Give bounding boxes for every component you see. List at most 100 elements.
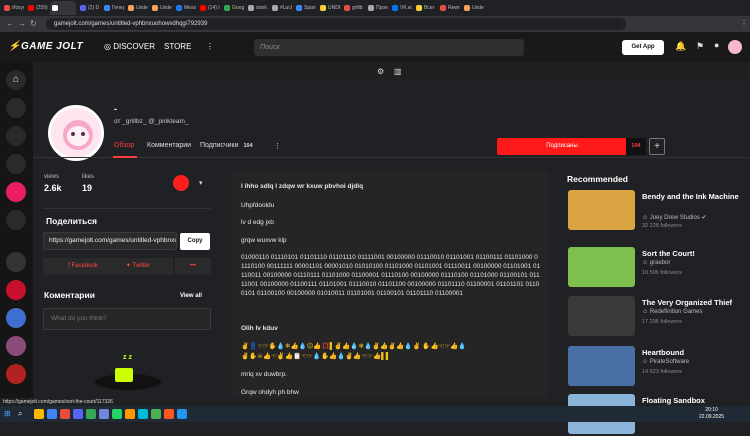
taskbar-app-icon[interactable] bbox=[34, 409, 44, 419]
tab-comments[interactable]: Комментарии bbox=[147, 142, 191, 149]
browser-tab[interactable]: Unde bbox=[462, 1, 484, 15]
browser-tab[interactable]: grillb bbox=[342, 1, 364, 15]
like-button[interactable] bbox=[173, 175, 189, 191]
settings-icon[interactable]: ⚙ bbox=[377, 67, 384, 76]
search-input[interactable]: Поиск bbox=[254, 39, 524, 56]
get-app-button[interactable]: Get App bbox=[622, 40, 664, 55]
taskbar-app-icon[interactable] bbox=[151, 409, 161, 419]
game-title[interactable]: Bendy and the Ink Machine bbox=[642, 192, 747, 201]
bell-icon[interactable]: 🔔 bbox=[675, 41, 686, 52]
game-thumbnail[interactable] bbox=[568, 296, 635, 336]
gamejolt-logo[interactable]: ⚡GAME JOLT bbox=[8, 41, 83, 52]
game-title[interactable]: Floating Sandbox bbox=[642, 396, 747, 405]
browser-tab[interactable]: stark bbox=[246, 1, 268, 15]
share-more-button[interactable]: ••• bbox=[175, 258, 211, 275]
game-title[interactable]: Heartbound bbox=[642, 348, 747, 357]
taskbar-app-icon[interactable] bbox=[164, 409, 174, 419]
community-icon[interactable] bbox=[6, 252, 26, 272]
nav-store[interactable]: STORE bbox=[164, 42, 191, 51]
browser-tab[interactable]: (14) I bbox=[198, 1, 220, 15]
game-thumbnail[interactable] bbox=[568, 247, 635, 287]
browser-tab[interactable]: VK.ко bbox=[390, 1, 412, 15]
copy-button[interactable]: Copy bbox=[180, 233, 210, 250]
game-title[interactable]: The Very Organized Thief bbox=[642, 298, 747, 307]
windows-start-icon[interactable]: ⊞ bbox=[4, 409, 11, 418]
comment-input[interactable]: What do you think? bbox=[43, 308, 211, 330]
library-icon[interactable] bbox=[6, 210, 26, 230]
developer-name[interactable]: ☺ Joey Drew Studios ✔ bbox=[642, 214, 750, 221]
store-icon[interactable] bbox=[6, 98, 26, 118]
community-icon[interactable] bbox=[6, 336, 26, 356]
home-icon[interactable]: ⌂ bbox=[6, 70, 26, 90]
address-bar[interactable]: gamejolt.com/games/untitled-vphbnxuohowv… bbox=[46, 18, 626, 30]
game-thumbnail[interactable] bbox=[568, 346, 635, 386]
browser-tab[interactable]: Генер bbox=[102, 1, 124, 15]
share-url-field[interactable]: https://gamejolt.com/games/untitled-vphb… bbox=[43, 232, 177, 250]
browser-tab[interactable]: Всег bbox=[414, 1, 436, 15]
browser-tab[interactable]: Span bbox=[294, 1, 316, 15]
browser-tab[interactable]: (259) bbox=[26, 1, 48, 15]
community-icon[interactable] bbox=[6, 308, 26, 328]
browser-tab[interactable]: Messi bbox=[174, 1, 196, 15]
tab-overview[interactable]: Обзор bbox=[114, 142, 134, 149]
nav-discover[interactable]: ◎ DISCOVER bbox=[104, 42, 155, 51]
browser-tab[interactable]: Rewri bbox=[438, 1, 460, 15]
twitter-button[interactable]: ✦ Twitter bbox=[103, 258, 173, 275]
taskbar-app-icon[interactable] bbox=[177, 409, 187, 419]
recommended-item[interactable]: Heartbound ☺ PirateSoftware 14 623 follo… bbox=[567, 346, 750, 388]
browser-tab[interactable] bbox=[50, 1, 76, 15]
tab-more-icon[interactable]: ⋮ bbox=[274, 142, 281, 150]
stats-icon[interactable]: ▥ bbox=[394, 67, 402, 76]
developer-name[interactable]: ☺ Redefinition Games bbox=[642, 309, 750, 315]
taskbar-app-icon[interactable] bbox=[47, 409, 57, 419]
game-title[interactable]: Sort the Court! bbox=[642, 249, 747, 258]
browser-tab[interactable]: #Luck bbox=[270, 1, 292, 15]
browser-tab[interactable]: UNDE bbox=[318, 1, 340, 15]
browser-tab[interactable]: (2) D bbox=[78, 1, 100, 15]
back-icon[interactable]: ← bbox=[6, 19, 14, 29]
add-button[interactable]: + bbox=[649, 138, 665, 155]
view-all-link[interactable]: View all bbox=[180, 293, 202, 299]
recommended-item[interactable]: Bendy and the Ink Machine ☺ Joey Drew St… bbox=[567, 190, 750, 232]
browser-tab[interactable]: Goog bbox=[222, 1, 244, 15]
recommended-item[interactable]: Sort the Court! ☺ graebor 10 596 followe… bbox=[567, 247, 750, 289]
tab-followers[interactable]: Подписчики 104 bbox=[200, 142, 253, 149]
game-byline[interactable]: от _grillbz_ @_pinkteam_ bbox=[114, 118, 188, 125]
developer-name[interactable]: ☺ graebor bbox=[642, 260, 750, 266]
taskbar-app-icon[interactable] bbox=[60, 409, 70, 419]
recommended-item[interactable]: The Very Organized Thief ☺ Redefinition … bbox=[567, 296, 750, 338]
browser-tab[interactable]: Unde bbox=[126, 1, 148, 15]
search-icon[interactable]: ⌕ bbox=[18, 409, 22, 419]
taskbar-app-icon[interactable] bbox=[125, 409, 135, 419]
tab-favicon-icon bbox=[28, 5, 34, 11]
inventory-icon[interactable] bbox=[6, 126, 26, 146]
game-thumbnail[interactable] bbox=[568, 190, 635, 230]
reload-icon[interactable]: ↻ bbox=[30, 19, 37, 29]
dislike-icon[interactable]: ▾ bbox=[199, 179, 203, 187]
tab-favicon-icon bbox=[320, 5, 326, 11]
avatar[interactable] bbox=[728, 40, 742, 54]
taskbar-app-icon[interactable] bbox=[86, 409, 96, 419]
taskbar-app-icon[interactable] bbox=[99, 409, 109, 419]
status-url: https://gamejolt.com/games/sort-the-cour… bbox=[0, 398, 145, 406]
community-icon[interactable] bbox=[6, 280, 26, 300]
tab-label: UNDE bbox=[328, 5, 340, 11]
more-menu-icon[interactable]: ⋮ bbox=[206, 42, 214, 51]
taskbar-app-icon[interactable] bbox=[112, 409, 122, 419]
browser-menu-icon[interactable]: ⋮ bbox=[740, 19, 748, 29]
quest-icon[interactable]: ⚑ bbox=[696, 41, 704, 52]
subscribe-button[interactable]: Подписаны bbox=[497, 138, 627, 155]
developer-name[interactable]: ☺ PirateSoftware bbox=[642, 359, 750, 365]
trophy-icon[interactable] bbox=[6, 154, 26, 174]
user-icon[interactable]: ● bbox=[714, 40, 719, 50]
browser-tab[interactable]: Искус bbox=[2, 1, 24, 15]
taskbar-app-icon[interactable] bbox=[138, 409, 148, 419]
browser-tab[interactable]: Прое bbox=[366, 1, 388, 15]
community-icon[interactable] bbox=[6, 364, 26, 384]
taskbar-app-icon[interactable] bbox=[73, 409, 83, 419]
community-icon[interactable] bbox=[6, 182, 26, 202]
compass-icon: ◎ bbox=[104, 42, 114, 51]
forward-icon[interactable]: → bbox=[18, 19, 26, 29]
browser-tab[interactable]: Unde bbox=[150, 1, 172, 15]
followers-count: 14 623 followers bbox=[642, 369, 683, 375]
